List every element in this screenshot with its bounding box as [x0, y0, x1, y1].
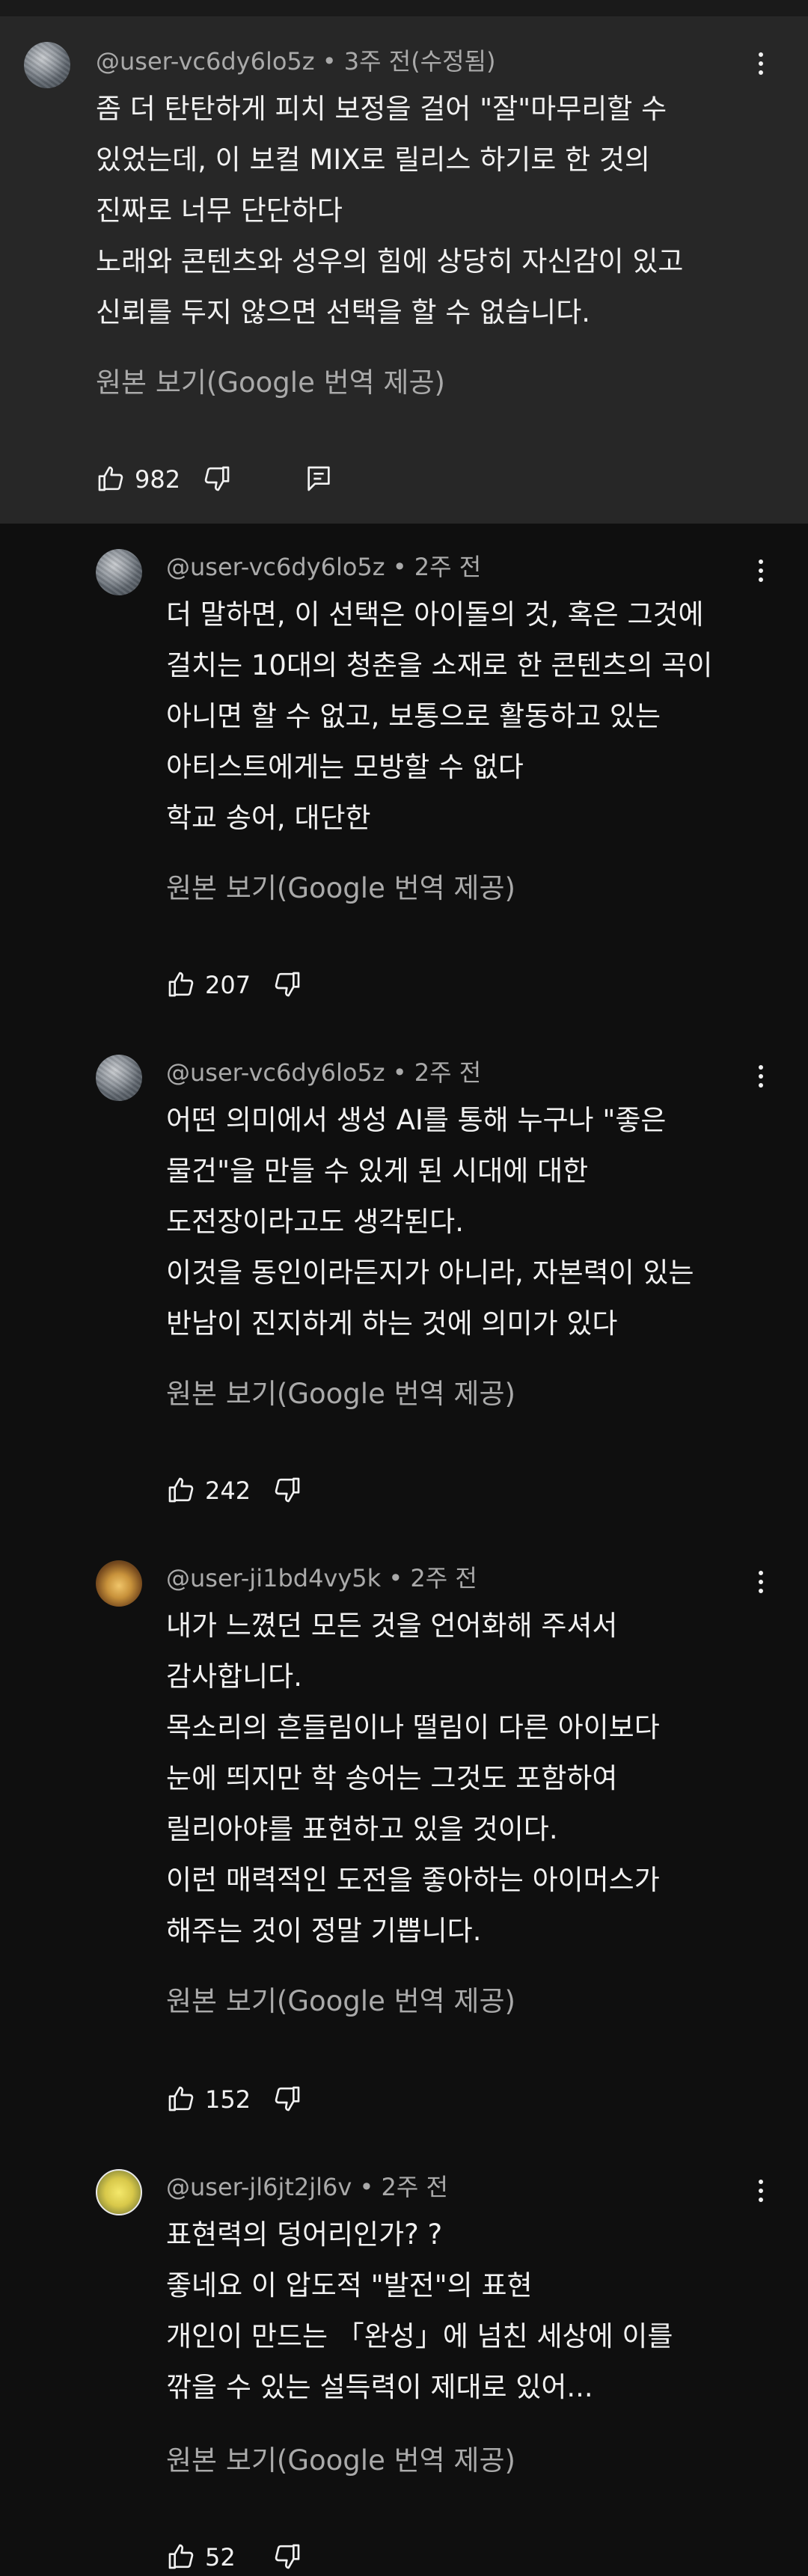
thumbs-down-icon — [275, 2086, 300, 2112]
comment-actions: 52 — [166, 2539, 316, 2576]
more-options-icon[interactable] — [750, 2177, 772, 2207]
comment-meta: @user-ji1bd4vy5k • 2주 전 — [166, 1564, 477, 1592]
like-count: 982 — [135, 465, 181, 494]
thumbs-up-icon — [168, 2544, 194, 2569]
dislike-button[interactable] — [272, 966, 305, 1004]
like-count: 152 — [205, 2085, 251, 2114]
comment-meta: @user-jl6jt2jl6v • 2주 전 — [166, 2173, 448, 2201]
author-handle[interactable]: @user-vc6dy6lo5z — [96, 47, 315, 76]
comment-time: 2주 전 — [381, 2173, 448, 2201]
comment-text: 내가 느꼈던 모든 것을 언어화해 주셔서 감사합니다. 목소리의 흔들림이나 … — [166, 1610, 660, 1947]
reply-button[interactable] — [304, 461, 337, 498]
dislike-button[interactable] — [272, 2539, 305, 2576]
comment-actions: 982 — [96, 461, 350, 498]
thumbs-down-icon — [204, 466, 230, 491]
thumbs-down-icon — [275, 972, 300, 997]
comment-text: 좀 더 탄탄하게 피치 보정을 걸어 "잘"마무리할 수 있었는데, 이 보컬 … — [96, 93, 684, 328]
like-count: 207 — [205, 971, 251, 999]
avatar[interactable] — [96, 2169, 142, 2215]
more-options-icon[interactable] — [750, 556, 772, 586]
comment-actions: 207 — [166, 966, 316, 1004]
see-original-link[interactable]: 원본 보기(Google 번역 제공) — [166, 1984, 515, 2020]
like-count: 52 — [205, 2543, 236, 2572]
avatar[interactable] — [96, 549, 142, 595]
dislike-button[interactable] — [272, 2081, 305, 2118]
comment-time: 2주 전 — [414, 1058, 482, 1087]
thumbs-up-icon — [168, 2086, 194, 2112]
like-button[interactable]: 207 — [166, 966, 251, 1004]
like-button[interactable]: 152 — [166, 2081, 251, 2118]
comment-actions: 242 — [166, 1472, 316, 1509]
more-options-icon[interactable] — [750, 1568, 772, 1598]
comment-text: 표현력의 덩어리인가? ? 좋네요 이 압도적 "발전"의 표현 개인이 만드는… — [166, 2218, 673, 2403]
comment-meta: @user-vc6dy6lo5z • 3주 전(수정됨) — [96, 47, 496, 76]
dislike-button[interactable] — [272, 1472, 305, 1509]
comment-meta: @user-vc6dy6lo5z • 2주 전 — [166, 553, 482, 581]
like-button[interactable]: 982 — [96, 461, 181, 498]
like-button[interactable]: 52 — [166, 2539, 248, 2576]
comment-text: 어떤 의미에서 생성 AI를 통해 누구나 "좋은 물건"을 만들 수 있게 된… — [166, 1104, 694, 1340]
thumbs-up-icon — [168, 972, 194, 997]
thumbs-down-icon — [275, 2544, 300, 2569]
comment-time: 2주 전 — [410, 1564, 477, 1592]
dislike-button[interactable] — [202, 461, 235, 498]
avatar[interactable] — [24, 42, 70, 88]
avatar[interactable] — [96, 1560, 142, 1607]
author-handle[interactable]: @user-ji1bd4vy5k — [166, 1564, 381, 1592]
more-options-icon[interactable] — [750, 49, 772, 79]
thumbs-up-icon — [98, 466, 123, 491]
comment-actions: 152 — [166, 2081, 316, 2118]
author-handle[interactable]: @user-vc6dy6lo5z — [166, 553, 385, 581]
author-handle[interactable]: @user-vc6dy6lo5z — [166, 1058, 385, 1087]
comment-meta: @user-vc6dy6lo5z • 2주 전 — [166, 1058, 482, 1087]
comment-text: 더 말하면, 이 선택은 아이돌의 것, 혹은 그것에 걸치는 10대의 청춘을… — [166, 598, 713, 834]
avatar[interactable] — [96, 1055, 142, 1101]
thumbs-up-icon — [168, 1477, 194, 1503]
like-button[interactable]: 242 — [166, 1472, 251, 1509]
comment-time: 3주 전(수정됨) — [343, 47, 496, 76]
see-original-link[interactable]: 원본 보기(Google 번역 제공) — [96, 365, 445, 401]
reply-comment-icon — [307, 466, 330, 491]
see-original-link[interactable]: 원본 보기(Google 번역 제공) — [166, 2443, 515, 2479]
see-original-link[interactable]: 원본 보기(Google 번역 제공) — [166, 1376, 515, 1412]
like-count: 242 — [205, 1476, 251, 1505]
more-options-icon[interactable] — [750, 1062, 772, 1092]
author-handle[interactable]: @user-jl6jt2jl6v — [166, 2173, 352, 2201]
thumbs-down-icon — [275, 1477, 300, 1503]
comment-time: 2주 전 — [414, 553, 482, 581]
top-divider — [0, 0, 808, 17]
see-original-link[interactable]: 원본 보기(Google 번역 제공) — [166, 871, 515, 907]
